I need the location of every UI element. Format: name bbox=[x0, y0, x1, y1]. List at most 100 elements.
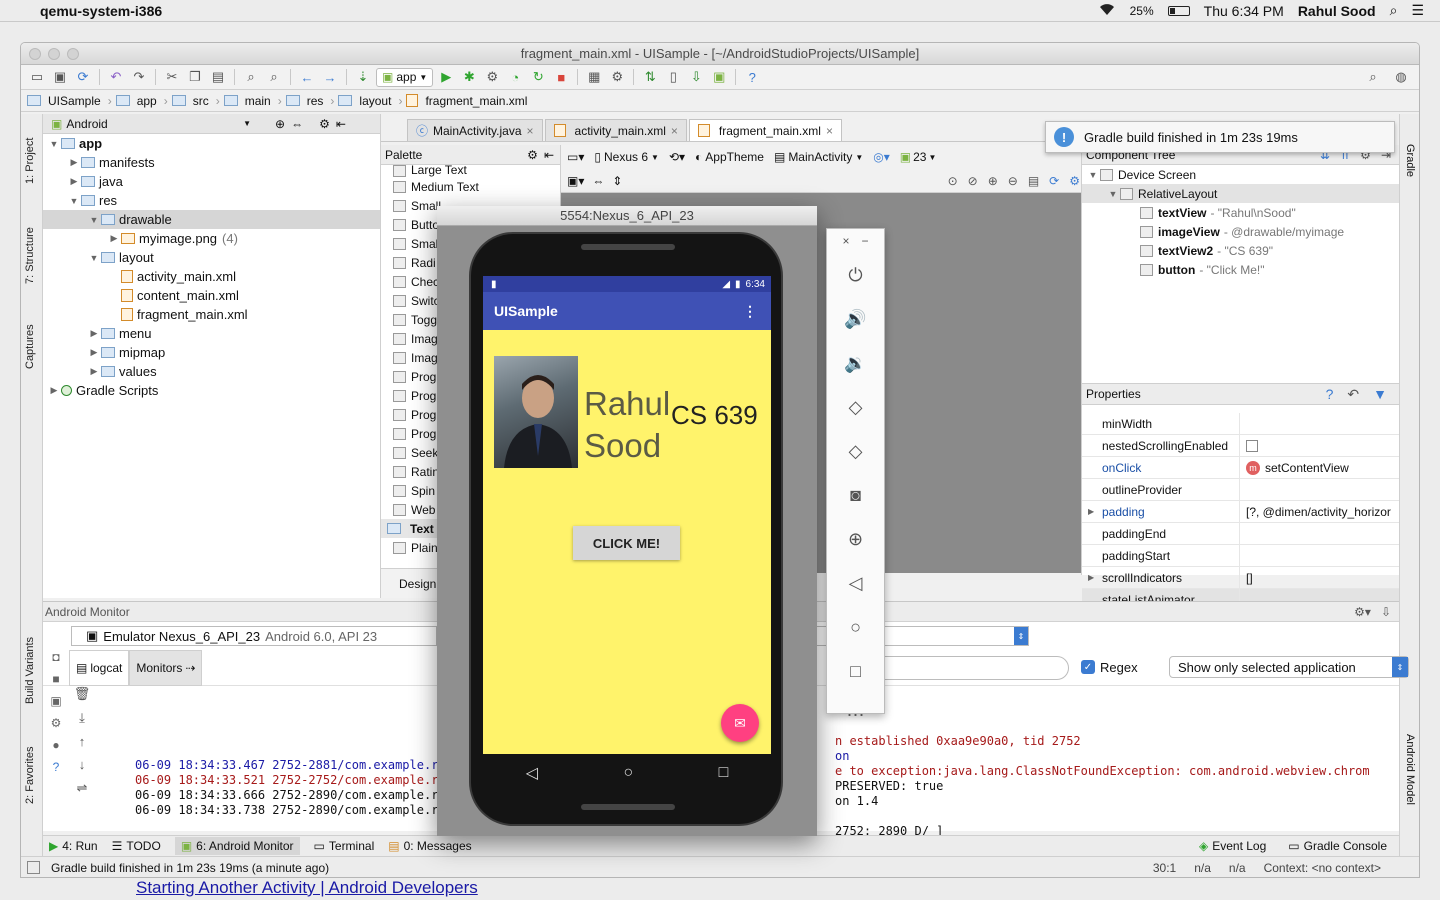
breadcrumb-item[interactable]: main bbox=[223, 94, 282, 108]
user-name[interactable]: Rahul Sood bbox=[1298, 3, 1376, 19]
collapse-all-icon[interactable]: ⇔ bbox=[291, 117, 303, 131]
minimize-window-button[interactable] bbox=[48, 48, 60, 60]
expanded-arrow-icon[interactable]: ▼ bbox=[1086, 170, 1100, 180]
tree-row[interactable]: ▶ myimage.png (4) bbox=[43, 229, 380, 248]
collapsed-arrow-icon[interactable]: ▶ bbox=[1088, 573, 1094, 582]
device-select[interactable]: ▣ Emulator Nexus_6_API_23 Android 6.0, A… bbox=[71, 626, 437, 646]
home-icon[interactable]: ○ bbox=[827, 605, 884, 649]
hide-panel-icon[interactable]: ⇤ bbox=[544, 148, 554, 162]
collapsed-arrow-icon[interactable]: ▶ bbox=[47, 385, 61, 396]
api-select[interactable]: ▣ 23 ▼ bbox=[900, 150, 937, 164]
sync-gradle-icon[interactable]: ⇅ bbox=[640, 67, 660, 87]
project-structure-icon[interactable]: ▦ bbox=[584, 67, 604, 87]
tool-tab-captures[interactable]: Captures bbox=[24, 324, 36, 369]
recents-nav-icon[interactable]: □ bbox=[719, 764, 729, 782]
overview-icon[interactable]: □ bbox=[827, 649, 884, 693]
close-icon[interactable]: × bbox=[826, 124, 833, 138]
home-nav-icon[interactable]: ○ bbox=[623, 764, 633, 782]
attach-debugger-icon[interactable]: ⚙ bbox=[482, 67, 502, 87]
breadcrumb-item[interactable]: UISample bbox=[27, 94, 112, 108]
expanded-arrow-icon[interactable]: ▼ bbox=[87, 253, 101, 263]
tree-row[interactable]: fragment_main.xml bbox=[43, 305, 380, 324]
find-icon[interactable]: ⌕ bbox=[241, 67, 261, 87]
tree-row[interactable]: ▼ app bbox=[43, 134, 380, 153]
component-tree-row[interactable]: imageView - @drawable/myimage bbox=[1082, 222, 1399, 241]
tool-tab-terminal[interactable]: ▭ Terminal bbox=[314, 839, 375, 853]
battery-icon[interactable] bbox=[1167, 5, 1190, 16]
gear-icon[interactable]: ⚙▾ bbox=[1354, 605, 1371, 619]
status-toggle-icon[interactable] bbox=[27, 861, 40, 874]
collapsed-arrow-icon[interactable]: ▶ bbox=[67, 176, 81, 187]
component-tree-row[interactable]: textView - "Rahul\nSood" bbox=[1082, 203, 1399, 222]
expand-vertical-icon[interactable]: ⇕ bbox=[612, 174, 622, 188]
phone-screen[interactable]: ▮ ◢ ▮ 6:34 UISample ⋮ Rahul Sood CS 639 … bbox=[483, 276, 771, 754]
collapsed-arrow-icon[interactable]: ▶ bbox=[87, 366, 101, 377]
click-me-button[interactable]: CLICK ME! bbox=[573, 526, 680, 560]
close-icon[interactable]: × bbox=[527, 124, 534, 138]
save-icon[interactable]: ▣ bbox=[50, 67, 70, 87]
tool-tab-project[interactable]: 1: Project bbox=[24, 138, 36, 184]
settings-icon[interactable]: ⚙ bbox=[51, 716, 62, 730]
gear-icon[interactable]: ⚙ bbox=[1069, 174, 1080, 188]
property-row[interactable]: paddingEnd bbox=[1082, 523, 1399, 545]
apply-changes-icon[interactable]: ↻ bbox=[528, 67, 548, 87]
back-icon[interactable]: ◁ bbox=[827, 561, 884, 605]
emulator-titlebar[interactable]: 5554:Nexus_6_API_23 bbox=[437, 206, 817, 226]
sync-icon[interactable]: ⟳ bbox=[73, 67, 93, 87]
avd-manager-icon[interactable]: ▯ bbox=[663, 67, 683, 87]
android-device-monitor-icon[interactable]: ▣ bbox=[709, 67, 729, 87]
user-account-icon[interactable]: ◍ bbox=[1391, 67, 1411, 87]
volume-down-icon[interactable]: 🔉 bbox=[827, 341, 884, 385]
search-everywhere-icon[interactable]: ⌕ bbox=[1363, 67, 1383, 87]
rotate-left-icon[interactable]: ◇ bbox=[827, 385, 884, 429]
tool-tab-android-monitor[interactable]: ▣ 6: Android Monitor bbox=[174, 837, 300, 855]
rotate-right-icon[interactable]: ◇ bbox=[827, 429, 884, 473]
tool-tab-gradle-console[interactable]: ▭ Gradle Console bbox=[1288, 839, 1387, 853]
expanded-arrow-icon[interactable]: ▼ bbox=[47, 139, 61, 149]
property-row[interactable]: ▶ scrollIndicators [] bbox=[1082, 567, 1399, 589]
orientation-icon[interactable]: ⟲▾ bbox=[669, 150, 685, 164]
down-arrow-icon[interactable]: ↓ bbox=[79, 757, 86, 772]
component-tree-row[interactable]: textView2- "CS 639" bbox=[1082, 241, 1399, 260]
run-config-select[interactable]: ▣ app ▼ bbox=[376, 67, 434, 87]
record-icon[interactable]: ● bbox=[52, 738, 59, 752]
collapsed-arrow-icon[interactable]: ▶ bbox=[87, 328, 101, 339]
regex-checkbox[interactable]: ✓ bbox=[1081, 660, 1095, 674]
debug-icon[interactable]: ✱ bbox=[459, 67, 479, 87]
logcat-filter-select[interactable]: Show only selected application ⇕ bbox=[1169, 656, 1409, 678]
locate-icon[interactable]: ⊕ bbox=[275, 117, 285, 131]
expanded-arrow-icon[interactable]: ▼ bbox=[1106, 189, 1120, 199]
run-icon[interactable]: ▶ bbox=[436, 67, 456, 87]
back-nav-icon[interactable]: ◁ bbox=[526, 763, 538, 783]
notification-center-icon[interactable]: ☰ bbox=[1411, 2, 1424, 19]
overflow-menu-icon[interactable]: ⋮ bbox=[743, 303, 757, 320]
clock[interactable]: Thu 6:34 PM bbox=[1204, 3, 1284, 19]
breadcrumb-item[interactable]: app bbox=[115, 94, 168, 108]
layout-variants-icon[interactable]: ▭▾ bbox=[567, 150, 584, 164]
restore-default-icon[interactable]: ↶ bbox=[1347, 386, 1359, 403]
collapsed-arrow-icon[interactable]: ▶ bbox=[67, 157, 81, 168]
expand-horizontal-icon[interactable]: ⇔ bbox=[592, 174, 604, 188]
sdk-manager-icon[interactable]: ⇩ bbox=[686, 67, 706, 87]
profile-icon[interactable]: ◔ bbox=[505, 67, 525, 87]
filter-icon[interactable]: ▼ bbox=[1373, 386, 1387, 403]
tool-tab-todo[interactable]: ☰ TODO bbox=[112, 839, 161, 853]
context-indicator[interactable]: Context: <no context> bbox=[1264, 861, 1381, 875]
spotlight-search-icon[interactable]: ⌕ bbox=[1390, 2, 1398, 19]
breadcrumb-item[interactable]: layout bbox=[338, 94, 402, 108]
stop-icon[interactable]: ■ bbox=[52, 672, 59, 686]
breadcrumb-item[interactable]: fragment_main.xml bbox=[406, 94, 534, 108]
up-arrow-icon[interactable]: ↑ bbox=[79, 734, 86, 749]
locale-icon[interactable]: ◎▾ bbox=[873, 150, 890, 164]
window-titlebar[interactable]: fragment_main.xml - UISample - [~/Androi… bbox=[21, 43, 1419, 65]
zoom-window-button[interactable] bbox=[67, 48, 79, 60]
expanded-arrow-icon[interactable]: ▼ bbox=[67, 196, 81, 206]
tool-tab-favorites[interactable]: 2: Favorites bbox=[24, 747, 36, 804]
tree-row[interactable]: ▶ mipmap bbox=[43, 343, 380, 362]
component-tree-row[interactable]: ▼ Device Screen bbox=[1082, 165, 1399, 184]
tool-tab-event-log[interactable]: ◈ Event Log bbox=[1199, 839, 1266, 853]
tab-fragment-main-xml[interactable]: fragment_main.xml × bbox=[688, 119, 842, 141]
tree-row[interactable]: content_main.xml bbox=[43, 286, 380, 305]
tool-tab-structure[interactable]: 7: Structure bbox=[24, 227, 36, 284]
stop-icon[interactable]: ■ bbox=[551, 67, 571, 87]
